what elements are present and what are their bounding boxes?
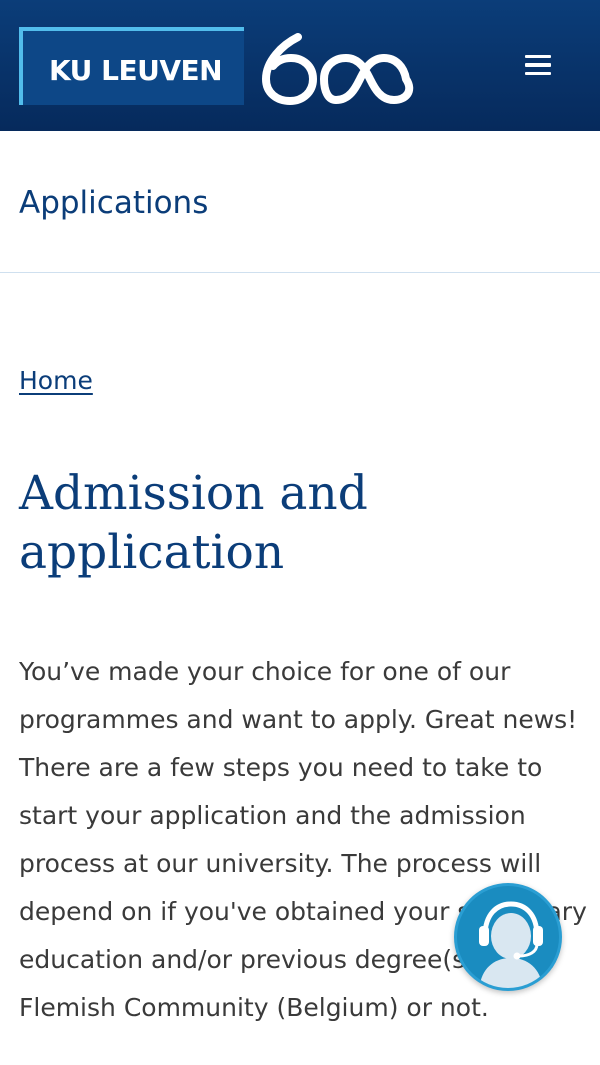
- hamburger-menu-icon-bar: [525, 71, 551, 76]
- site-header: KU LEUVEN: [0, 0, 600, 131]
- menu-button[interactable]: [518, 48, 558, 82]
- page-title: Admission and application: [19, 464, 579, 582]
- page-title-line1: Admission and: [19, 466, 368, 521]
- chat-support-button[interactable]: [454, 883, 562, 991]
- section-title-applications[interactable]: Applications: [19, 185, 208, 221]
- ku-leuven-logo[interactable]: KU LEUVEN: [19, 27, 244, 105]
- ku-leuven-logo-inner: KU LEUVEN: [27, 35, 244, 105]
- logo-text: KU LEUVEN: [48, 53, 223, 87]
- hamburger-menu-icon: [525, 54, 551, 59]
- hamburger-menu-icon-bar: [525, 63, 551, 67]
- breadcrumb-home-link[interactable]: Home: [19, 366, 93, 395]
- section-nav: Applications: [0, 131, 600, 273]
- page-title-line2: application: [19, 525, 285, 580]
- anniversary-600-logo: [261, 33, 414, 105]
